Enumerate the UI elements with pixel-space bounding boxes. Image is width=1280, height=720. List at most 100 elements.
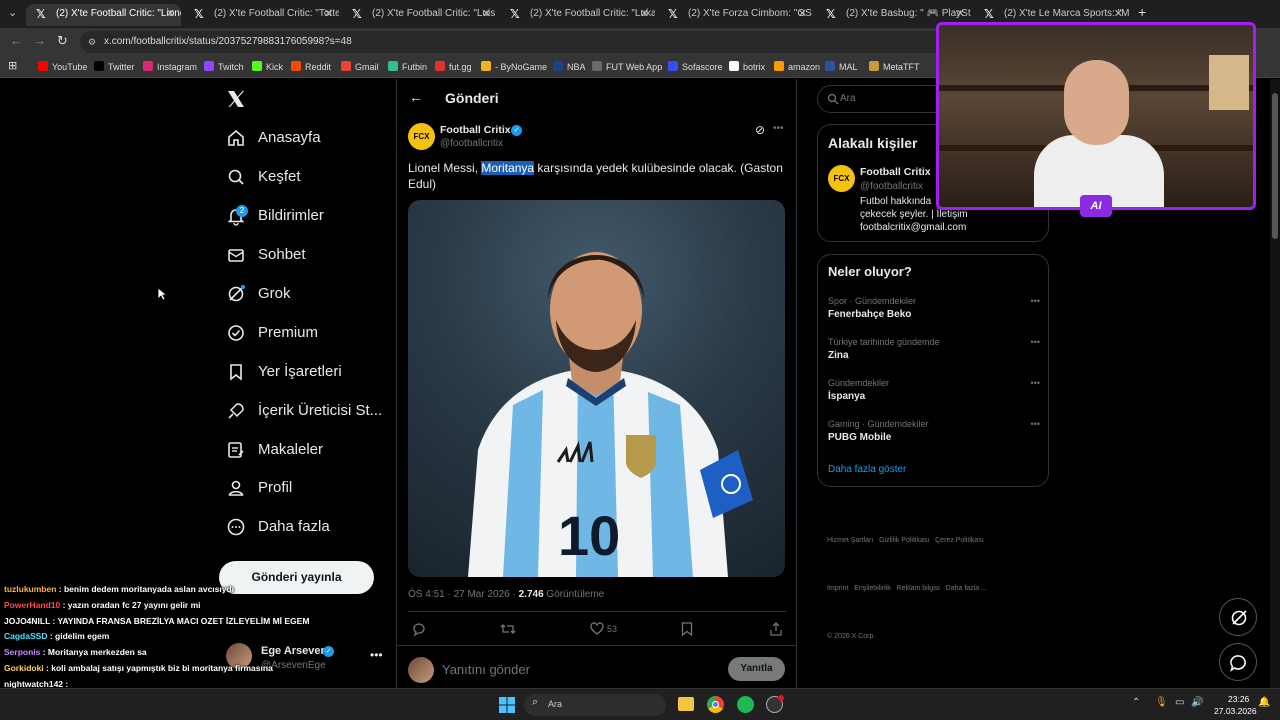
volume-icon[interactable]: 🔊 [1191,697,1203,708]
bookmark-item[interactable]: Sofascore [668,59,723,75]
messages-float-button[interactable] [1219,643,1257,681]
nav-grok[interactable]: Grok [226,279,291,309]
tab-close-icon[interactable]: ✕ [798,4,807,24]
browser-tab-3[interactable]: 𝕏 (2) X'te Football Critic: "Luis En ✕ [342,4,497,26]
nav-chat[interactable]: Sohbet [226,240,306,270]
related-name[interactable]: Football Critix [860,166,931,178]
tab-close-icon[interactable]: ✕ [482,4,491,24]
bookmark-item[interactable]: amazon [774,59,820,75]
tab-close-icon[interactable]: ✕ [640,4,649,24]
nav-articles[interactable]: Makaleler [226,435,323,465]
account-more-icon[interactable]: ••• [370,648,383,662]
back-arrow-icon[interactable]: ← [409,89,423,105]
post-image[interactable]: 10 [408,200,785,577]
clock-date[interactable]: 27.03.2026 [1214,706,1257,716]
browser-tab-2[interactable]: 𝕏 (2) X'te Football Critic: "Tottenh ✕ [184,4,339,26]
scrollbar-thumb[interactable] [1272,93,1278,239]
footer-links[interactable]: Imprint Erişilebilirlik Reklam bilgisi D… [827,581,1047,597]
trend-more-icon[interactable]: ••• [1031,296,1040,306]
tab-close-icon[interactable]: ✕ [1114,4,1123,24]
post-timestamp[interactable]: ÖS 4:51 · 27 Mar 2026 · [408,589,519,600]
reply-icon[interactable] [412,622,426,636]
back-arrow-icon[interactable]: ← [10,33,23,48]
bookmark-item[interactable]: Futbin [388,59,427,75]
nav-premium[interactable]: Premium [226,318,318,348]
bookmark-item[interactable]: - ByNoGame [481,59,547,75]
author-avatar[interactable]: FCX [408,123,435,150]
browser-tab-1[interactable]: 𝕏 (2) X'te Football Critic: "Lionel M✕ [26,4,181,26]
notifications-bell-icon[interactable]: 🔔 [1258,697,1270,708]
browser-tab-5[interactable]: 𝕏 (2) X'te Forza Cimbom: "GS Sto✕ [658,4,813,26]
nav-explore[interactable]: Keşfet [226,162,301,192]
post-author-name[interactable]: Football Critix [440,124,511,136]
tray-chevron-icon[interactable]: ⌃ [1132,697,1140,708]
microphone-icon[interactable]: 🎙 [1155,697,1168,708]
grok-float-button[interactable] [1219,598,1257,636]
tab-close-icon[interactable]: ✕ [166,4,175,24]
site-info-icon[interactable]: ⚙ [88,31,96,53]
obs-icon[interactable] [766,695,784,713]
tab-close-icon[interactable]: ✕ [956,4,965,24]
reload-icon[interactable]: ↻ [57,33,68,49]
reply-input[interactable]: Yanıtını gönder [442,662,702,680]
forward-arrow-icon[interactable]: → [33,33,46,48]
nav-more[interactable]: Daha fazla [226,512,330,542]
bookmark-item[interactable]: botrix [729,59,765,75]
bookmark-item[interactable]: Gmail [341,59,379,75]
chat-username[interactable]: JOJO4NILL [4,616,50,626]
trend-item[interactable]: Türkiye tarihinde gündemde Zina ••• [828,337,1040,361]
bookmark-item[interactable]: YouTube [38,59,87,75]
chrome-icon[interactable] [707,696,724,713]
clock-time[interactable]: 23:26 [1228,694,1249,704]
trend-item[interactable]: Spor · Gündemdekiler Fenerbahçe Beko ••• [828,296,1040,320]
bookmark-item[interactable]: Reddit [291,59,331,75]
trend-item[interactable]: Gündemdekiler İspanya ••• [828,378,1040,402]
nav-bookmarks[interactable]: Yer İşaretleri [226,357,342,387]
show-more-link[interactable]: Daha fazla göster [828,464,906,475]
bookmark-item[interactable]: fut.gg [435,59,472,75]
chat-username[interactable]: PowerHand10 [4,600,60,610]
network-icon[interactable]: ▭ [1175,697,1184,708]
nav-notifications[interactable]: Bildirimler 2 [226,201,324,231]
tab-search-chevron-icon[interactable]: ⌄ [8,6,17,19]
browser-tab-4[interactable]: 𝕏 (2) X'te Football Critic: "Lukaku ✕ [500,4,655,26]
bookmark-item[interactable]: MAL [825,59,858,75]
bookmark-item[interactable]: Kick [252,59,283,75]
file-explorer-icon[interactable] [678,697,694,711]
address-bar[interactable]: ⚙ x.com/footballcritix/status/2037527988… [80,31,980,53]
footer-links[interactable]: Hizmet Şartları Gizlilik Politikası Çere… [827,533,1047,549]
trend-more-icon[interactable]: ••• [1031,378,1040,388]
bookmark-item[interactable]: MetaTFT [869,59,920,75]
apps-grid-icon[interactable]: ⊞ [8,59,17,72]
related-avatar[interactable]: FCX [828,165,855,192]
nav-profile[interactable]: Profil [226,473,292,503]
bookmark-item[interactable]: Twitch [204,59,244,75]
post-more-icon[interactable]: ••• [773,123,784,134]
bookmark-item[interactable]: Instagram [143,59,197,75]
share-icon[interactable] [769,622,783,636]
windows-start-icon[interactable] [499,697,515,713]
chat-username[interactable]: CagdaSSD [4,631,47,641]
trend-more-icon[interactable]: ••• [1031,419,1040,429]
chat-username[interactable]: Gorkidoki [4,663,44,673]
bookmark-item[interactable]: FUT Web App [592,59,662,75]
repost-icon[interactable] [500,622,516,636]
post-author-handle[interactable]: @footballcritix [440,138,503,149]
grok-explain-icon[interactable]: ⊘ [755,123,765,137]
new-tab-icon[interactable]: + [1138,4,1146,20]
spotify-icon[interactable] [737,696,754,713]
chat-username[interactable]: tuzlukumben [4,584,56,594]
taskbar-search[interactable]: ⌕ Ara [524,694,666,716]
x-logo-icon[interactable] [226,89,246,109]
heart-icon[interactable] [590,622,604,636]
trend-item[interactable]: Gaming · Gündemdekiler PUBG Mobile ••• [828,419,1040,443]
bookmark-icon[interactable] [681,622,693,636]
nav-home[interactable]: Anasayfa [226,123,321,153]
bookmark-item[interactable]: Twitter [94,59,135,75]
chat-username[interactable]: Serponis [4,647,40,657]
page-scrollbar[interactable] [1270,79,1280,688]
bookmark-item[interactable]: NBA [553,59,586,75]
reply-button[interactable]: Yanıtla [728,657,785,681]
tab-close-icon[interactable]: ✕ [324,4,333,24]
nav-creator-studio[interactable]: İçerik Üreticisi St... [226,396,382,426]
